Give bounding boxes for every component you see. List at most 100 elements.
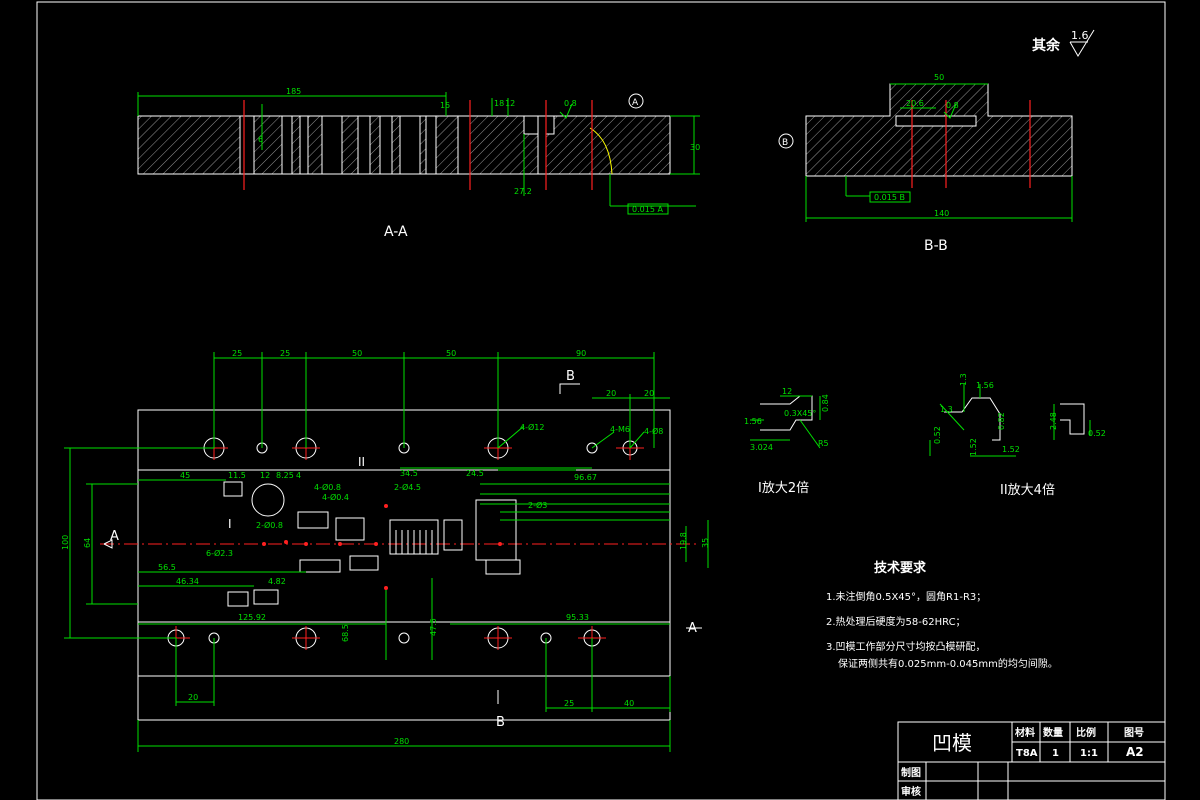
plan-dim-row-8: 56.5 (158, 563, 176, 572)
plan-callout-6: 4-Ø0.4 (322, 492, 349, 502)
plan-dim-top-5: 20 (606, 389, 616, 398)
detail-1-dim-5: R5 (818, 439, 829, 448)
roughness-value: 1.6 (1071, 29, 1089, 42)
header-material: 材料 (1015, 726, 1035, 739)
part-name: 凹模 (932, 731, 972, 755)
detail-1-dim-4: 3.024 (750, 443, 773, 452)
plan-dim-row-13: 68.5 (341, 624, 350, 642)
plan-dim-right-0: 19.8 (679, 532, 688, 550)
detail-2-view: 1.3 1.56 1.3 0.52 1.52 0.82 1.52 2.48 0.… (929, 373, 1106, 498)
plan-dim-top-6: 20 (644, 389, 654, 398)
plan-callout-4: 2-Ø3 (528, 500, 547, 510)
aa-datum-label: A (632, 98, 639, 108)
plan-dim-row-6: 24.5 (466, 469, 484, 478)
plan-dim-bottom-1: 25 (564, 699, 574, 708)
plan-dim-row-14: 47.5 (429, 618, 438, 636)
roughness-note-label: 其余 (1032, 37, 1061, 54)
plan-dim-row-4: 4 (296, 471, 301, 480)
detail-2-dim-2: 1.3 (940, 405, 953, 414)
plan-dim-top-0: 25 (232, 349, 242, 358)
section-bb-caption: B-B (924, 238, 948, 254)
bb-dim-width: 50 (934, 73, 944, 82)
plan-dim-row-10: 4.82 (268, 577, 286, 586)
detail-2-dim-0: 1.3 (959, 373, 968, 386)
plan-dim-right-1: 35 (701, 538, 710, 548)
value-scale: 1:1 (1080, 748, 1098, 759)
plan-callout-5: 4-Ø0.8 (314, 482, 341, 492)
detail-1-dim-1: 0.3X45° (784, 409, 816, 418)
plan-section-b-top: B (566, 369, 575, 384)
surface-roughness-note: 其余 1.6 (1032, 29, 1095, 57)
cad-drawing: 其余 1.6 185 15 18 12 6 30 27.2 0.8 0.015 … (36, 1, 1166, 800)
aa-dim-a: 15 (440, 101, 450, 110)
plan-callout-2: 4-Ø8 (644, 426, 663, 436)
tech-requirement-3-line-2: 保证两侧共有0.025mm-0.045mm的均匀间隙。 (838, 659, 1058, 670)
plan-dim-top-3: 50 (446, 349, 456, 358)
aa-dim-thickness: 30 (690, 143, 700, 152)
plan-dim-left-1: 64 (83, 538, 92, 548)
detail-1-dim-0: 12 (782, 387, 792, 396)
section-bb-body (805, 83, 1073, 177)
header-quantity: 数量 (1043, 726, 1063, 739)
detail-1-marker: I (228, 517, 232, 531)
plan-outline (137, 409, 671, 721)
section-aa-view: 185 15 18 12 6 30 27.2 0.8 0.015 A A A-A (137, 87, 700, 240)
plan-dim-row-12: 95.33 (566, 613, 589, 622)
header-drawing-no: 图号 (1124, 727, 1144, 739)
aa-dim-length: 185 (286, 87, 301, 96)
detail-2-marker: II (358, 455, 365, 469)
plan-callout-1: 4-M6 (610, 425, 630, 434)
detail-2-dim-3: 0.52 (933, 426, 942, 444)
aa-dim-d: 6 (258, 135, 263, 144)
section-aa-caption: A-A (384, 224, 408, 240)
plan-section-b-bottom: B (496, 715, 505, 730)
detail-1-dim-2: 0.84 (821, 394, 830, 412)
plan-dim-row-3: 8.25 (276, 471, 294, 480)
plan-dim-bottom-0: 20 (188, 693, 198, 702)
bb-roughness: 0.8 (946, 101, 959, 110)
bottom-hole-row (167, 627, 601, 649)
detail-1-caption: I放大2倍 (758, 481, 809, 496)
plan-dim-row-5: 34.5 (400, 469, 418, 478)
tech-requirement-1: 1.未注倒角0.5X45°，圆角R1-R3； (826, 592, 987, 603)
aa-tolerance: 0.015 A (632, 205, 663, 214)
plan-dim-row-1: 11.5 (228, 471, 246, 480)
bb-dim-length: 140 (934, 209, 949, 218)
value-drawing-no: A2 (1126, 745, 1144, 759)
tech-requirements-title: 技术要求 (874, 561, 927, 576)
value-quantity: 1 (1052, 748, 1059, 759)
plan-dim-row-0: 45 (180, 471, 190, 480)
tech-requirement-3-line-1: 3.凹模工作部分尺寸均按凸模研配， (826, 642, 986, 653)
plan-dim-top-1: 25 (280, 349, 290, 358)
role-drafter: 制图 (901, 766, 921, 779)
plan-section-a-left: A (110, 529, 119, 544)
detail-1-dim-3: 1.56 (744, 417, 762, 426)
plan-callout-8: 6-Ø2.3 (206, 548, 233, 558)
tech-requirements: 技术要求 1.未注倒角0.5X45°，圆角R1-R3； 2.热处理后硬度为58-… (826, 557, 1086, 680)
plan-dim-overall: 280 (394, 737, 409, 746)
plan-view: 25 25 50 50 90 20 20 20 25 40 280 100 64… (61, 349, 710, 752)
detail-2-dim-4: 1.52 (969, 438, 978, 456)
section-bb-view: 50 20.6 0.8 140 0.015 B B B-B (778, 73, 1073, 254)
plan-callout-7: 2-Ø0.8 (256, 520, 283, 530)
top-hole-row (203, 437, 638, 459)
plan-dim-top-2: 50 (352, 349, 362, 358)
plan-dim-row-7: 96.67 (574, 473, 597, 482)
detail-1-view: 12 0.3X45° 0.84 1.56 3.024 R5 I放大2倍 (744, 387, 830, 496)
plan-callout-3: 2-Ø4.5 (394, 482, 421, 492)
tech-requirement-2: 2.热处理后硬度为58-62HRC； (826, 617, 966, 628)
detail-2-dim-6: 1.52 (1002, 445, 1020, 454)
aa-dim-depth: 27.2 (514, 187, 532, 196)
plan-dim-row-11: 125.92 (238, 613, 266, 622)
detail-2-dim-7: 2.48 (1049, 412, 1058, 430)
tech-requirement-3: 3.凹模工作部分尺寸均按凸模研配， 保证两侧共有0.025mm-0.045mm的… (826, 638, 1086, 670)
aa-dim-b: 18 (494, 99, 504, 108)
plan-dim-left-0: 100 (61, 535, 70, 550)
detail-2-dim-5: 0.82 (997, 412, 1006, 430)
bb-dim-gap: 20.6 (906, 99, 924, 108)
detail-2-dim-1: 1.56 (976, 381, 994, 390)
plan-section-a-right: A (688, 621, 697, 636)
plan-dim-row-2: 12 (260, 471, 270, 480)
bb-tolerance: 0.015 B (874, 193, 905, 202)
role-reviewer: 审核 (901, 785, 921, 798)
